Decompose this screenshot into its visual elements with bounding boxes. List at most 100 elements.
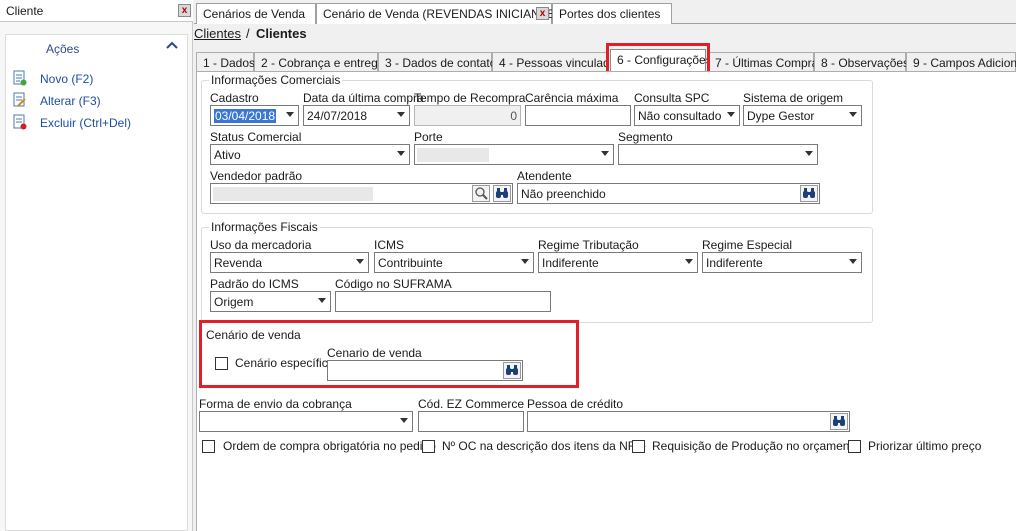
porte-label: Porte bbox=[414, 130, 443, 144]
chevron-down-icon bbox=[849, 259, 857, 264]
priorizar-preco-checkbox[interactable] bbox=[848, 440, 861, 453]
ultima-compra-value: 24/07/2018 bbox=[307, 109, 368, 123]
vendedor-field[interactable] bbox=[210, 183, 513, 204]
chevron-down-icon bbox=[601, 151, 609, 156]
breadcrumb-link[interactable]: Clientes bbox=[194, 26, 241, 41]
requisicao-producao-label: Requisição de Produção no orçamento bbox=[652, 439, 860, 453]
chevron-up-icon[interactable] bbox=[166, 39, 178, 53]
binoculars-icon[interactable] bbox=[800, 185, 818, 202]
tab-campos-adicionais[interactable]: 9 - Campos Adicionais bbox=[906, 52, 1016, 72]
chevron-down-icon bbox=[805, 151, 813, 156]
tab-observacoes[interactable]: 8 - Observações bbox=[814, 52, 909, 72]
client-search-bar: Cliente x bbox=[0, 0, 193, 22]
porte-select[interactable] bbox=[414, 144, 614, 165]
regime-label: Regime Tributação bbox=[538, 238, 639, 252]
tab-pessoas[interactable]: 4 - Pessoas vinculadas bbox=[492, 52, 622, 72]
chevron-down-icon bbox=[521, 259, 529, 264]
search-icon[interactable] bbox=[472, 185, 490, 202]
icms-select[interactable]: Contribuinte bbox=[374, 252, 534, 273]
client-search-label: Cliente bbox=[6, 4, 44, 18]
oc-descricao-checkbox[interactable] bbox=[422, 440, 435, 453]
regime-select[interactable]: Indiferente bbox=[538, 252, 698, 273]
tab-label: 2 - Cobrança e entrega bbox=[261, 56, 385, 70]
forma-envio-select[interactable] bbox=[199, 411, 413, 432]
recompra-field: 0 bbox=[414, 105, 521, 126]
doc-tab-label: Cenário de Venda (REVENDAS INICIANTES) bbox=[323, 7, 568, 21]
ez-commerce-label: Cód. EZ Commerce bbox=[418, 397, 525, 411]
atendente-value: Não preenchido bbox=[521, 187, 606, 201]
recompra-label: Tempo de Recompra bbox=[414, 91, 526, 105]
page-title: Clientes bbox=[256, 26, 307, 41]
origem-select[interactable]: Dype Gestor bbox=[743, 105, 862, 126]
pessoa-credito-field[interactable] bbox=[527, 411, 850, 432]
uso-select[interactable]: Revenda bbox=[210, 252, 369, 273]
chevron-down-icon bbox=[397, 112, 405, 117]
tab-label: 1 - Dados bbox=[203, 56, 256, 70]
pessoa-credito-label: Pessoa de crédito bbox=[527, 397, 624, 411]
form-tabs: 1 - Dados 2 - Cobrança e entrega 3 - Dad… bbox=[194, 48, 1016, 72]
suframa-field[interactable] bbox=[335, 291, 551, 312]
tab-contato[interactable]: 3 - Dados de contato bbox=[378, 52, 496, 72]
left-panel: Cliente x Ações Novo (F2) Alterar (F3) E… bbox=[0, 0, 193, 531]
vendedor-label: Vendedor padrão bbox=[210, 169, 303, 183]
new-doc-icon bbox=[12, 70, 27, 86]
tab-cobranca[interactable]: 2 - Cobrança e entrega bbox=[254, 52, 384, 72]
redacted-mask bbox=[417, 148, 489, 162]
ordem-compra-label: Ordem de compra obrigatória no pedido bbox=[223, 439, 436, 453]
doc-tab-label: Portes dos clientes bbox=[559, 7, 661, 21]
padrao-icms-select[interactable]: Origem bbox=[210, 291, 331, 312]
tab-label: 9 - Campos Adicionais bbox=[913, 56, 1016, 70]
tab-dados[interactable]: 1 - Dados bbox=[196, 52, 256, 72]
ultima-compra-field[interactable]: 24/07/2018 bbox=[303, 105, 410, 126]
doc-tab-portes[interactable]: Portes dos clientes bbox=[552, 3, 672, 24]
segmento-select[interactable] bbox=[618, 144, 818, 165]
tab-ultimas-compras[interactable]: 7 - Últimas Compras bbox=[708, 52, 824, 72]
chevron-down-icon bbox=[318, 298, 326, 303]
ultima-compra-label: Data da última compra bbox=[303, 91, 424, 105]
breadcrumb-separator: / bbox=[246, 26, 250, 41]
ordem-compra-checkbox[interactable] bbox=[202, 440, 215, 453]
priorizar-preco-label: Priorizar último preço bbox=[868, 439, 982, 453]
status-label: Status Comercial bbox=[210, 130, 302, 144]
chevron-down-icon bbox=[685, 259, 693, 264]
tab-label: 3 - Dados de contato bbox=[385, 56, 497, 70]
oc-descricao-label: Nº OC na descrição dos itens da NF-e bbox=[442, 439, 646, 453]
action-new-label: Novo (F2) bbox=[40, 72, 94, 86]
icms-label: ICMS bbox=[374, 238, 404, 252]
binoculars-icon[interactable] bbox=[493, 185, 511, 202]
action-delete-label: Excluir (Ctrl+Del) bbox=[40, 116, 132, 130]
client-search-input[interactable] bbox=[46, 3, 174, 18]
atendente-label: Atendente bbox=[517, 169, 572, 183]
cadastro-label: Cadastro bbox=[210, 91, 259, 105]
doc-tab-cenario-revendas[interactable]: Cenário de Venda (REVENDAS INICIANTES) x bbox=[316, 3, 567, 24]
atendente-field[interactable]: Não preenchido bbox=[517, 183, 820, 204]
actions-panel: Ações Novo (F2) Alterar (F3) Excluir (Ct… bbox=[5, 34, 188, 531]
uso-label: Uso da mercadoria bbox=[210, 238, 312, 252]
highlight-cenario-box bbox=[199, 320, 579, 388]
segmento-label: Segmento bbox=[618, 130, 673, 144]
chevron-down-icon bbox=[356, 259, 364, 264]
action-edit-label: Alterar (F3) bbox=[40, 94, 101, 108]
padrao-icms-label: Padrão do ICMS bbox=[210, 277, 299, 291]
doc-tab-cenarios[interactable]: Cenários de Venda bbox=[196, 3, 316, 24]
carencia-label: Carência máxima bbox=[525, 91, 619, 105]
edit-doc-icon bbox=[12, 92, 27, 108]
status-select[interactable]: Ativo bbox=[210, 144, 410, 165]
spc-select[interactable]: Não consultado bbox=[634, 105, 740, 126]
carencia-field[interactable] bbox=[525, 105, 631, 126]
chevron-down-icon bbox=[397, 151, 405, 156]
document-tabs: Cenários de Venda Cenário de Venda (REVE… bbox=[194, 0, 1016, 24]
close-tab-icon[interactable]: x bbox=[536, 7, 549, 20]
binoculars-icon[interactable] bbox=[830, 413, 848, 430]
forma-envio-label: Forma de envio da cobrança bbox=[199, 397, 352, 411]
chevron-down-icon bbox=[286, 112, 294, 117]
group-fiscais-title: Informações Fiscais bbox=[209, 220, 320, 234]
especial-value: Indiferente bbox=[706, 256, 763, 270]
ez-commerce-field[interactable] bbox=[418, 411, 524, 432]
cadastro-field[interactable]: 03/04/2018 bbox=[210, 105, 299, 126]
especial-select[interactable]: Indiferente bbox=[702, 252, 862, 273]
tab-label: 7 - Últimas Compras bbox=[715, 56, 825, 70]
spc-value: Não consultado bbox=[638, 109, 722, 123]
requisicao-producao-checkbox[interactable] bbox=[632, 440, 645, 453]
close-panel-icon[interactable]: x bbox=[178, 4, 191, 17]
